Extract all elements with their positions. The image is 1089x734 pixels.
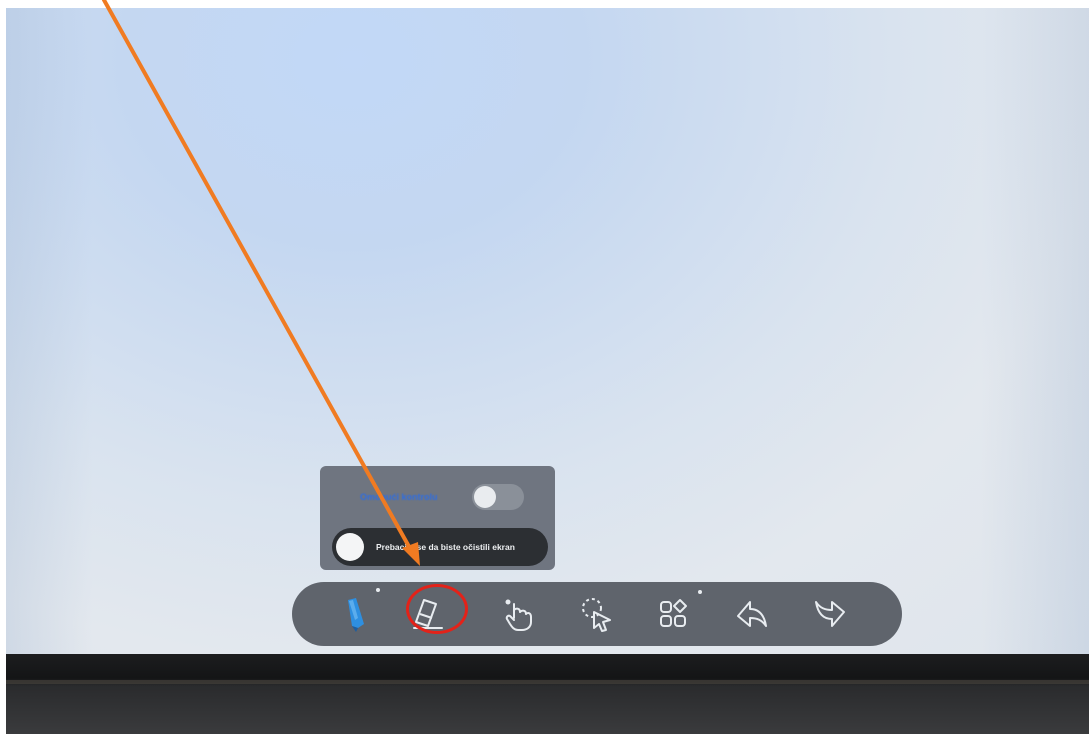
- select-tool-button[interactable]: [574, 592, 618, 636]
- monitor-bezel: [6, 654, 1089, 734]
- whiteboard-toolbar: [292, 582, 902, 646]
- pen-options-indicator: [376, 588, 380, 592]
- apps-tool-button[interactable]: [652, 590, 702, 636]
- bezel-reflection: [6, 680, 1089, 684]
- lasso-select-icon: [582, 598, 611, 632]
- undo-button[interactable]: [730, 592, 774, 636]
- toggle-knob: [474, 486, 496, 508]
- touch-tool-button[interactable]: [496, 592, 540, 636]
- slider-knob[interactable]: [336, 533, 364, 561]
- undo-arrow-icon: [737, 601, 767, 627]
- pen-icon: [348, 598, 364, 632]
- clear-screen-label: Prebacite se da biste očistili ekran: [376, 542, 515, 552]
- eraser-options-popup: Omogući kontrolu Prebacite se da biste o…: [320, 466, 555, 570]
- hand-pointer-icon: [505, 599, 532, 631]
- clear-screen-slider[interactable]: Prebacite se da biste očistili ekran: [332, 528, 548, 566]
- control-toggle[interactable]: [472, 484, 524, 510]
- toggle-label: Omogući kontrolu: [360, 492, 438, 502]
- apps-options-indicator: [698, 590, 702, 594]
- redo-arrow-icon: [815, 601, 845, 627]
- apps-grid-icon: [660, 599, 687, 627]
- control-toggle-row: Omogući kontrolu: [360, 484, 524, 510]
- redo-button[interactable]: [808, 592, 852, 636]
- pen-tool-button[interactable]: [332, 588, 380, 636]
- eraser-highlight-circle: [406, 584, 468, 634]
